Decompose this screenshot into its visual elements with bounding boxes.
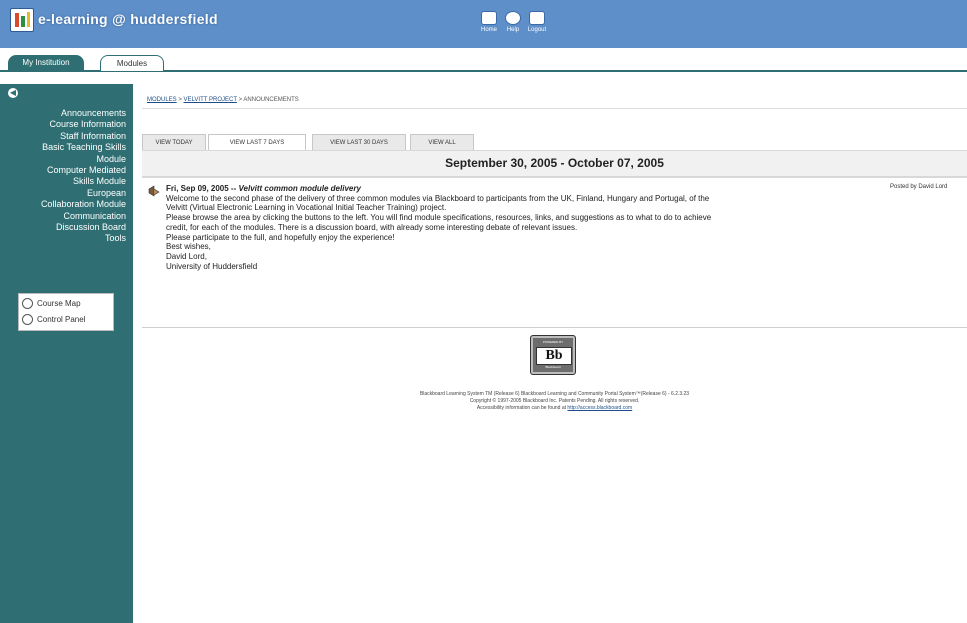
help-icon bbox=[506, 12, 520, 24]
control-panel-label: Control Panel bbox=[37, 315, 86, 324]
sidebar-item-announcements[interactable]: Announcements bbox=[0, 108, 126, 119]
home-label: Home bbox=[480, 27, 497, 33]
announcement-heading: Fri, Sep 09, 2005 -- Velvitt common modu… bbox=[166, 184, 866, 194]
course-map-link[interactable]: Course Map bbox=[22, 297, 81, 311]
sidebar-item-staff-information[interactable]: Staff Information bbox=[0, 131, 126, 142]
logout-icon bbox=[530, 12, 544, 24]
tab-view-today[interactable]: VIEW TODAY bbox=[142, 134, 206, 151]
sidebar-item-basic-teaching-skills-2[interactable]: Module bbox=[0, 154, 126, 165]
arrow-left-icon[interactable]: ◀ bbox=[8, 88, 18, 98]
announcement-line: David Lord, bbox=[166, 251, 207, 261]
course-map-icon bbox=[22, 298, 33, 310]
divider bbox=[142, 176, 967, 178]
home-button[interactable]: Home bbox=[478, 12, 500, 33]
announcement-line: Velvitt (Virtual Electronic Learning in … bbox=[166, 203, 447, 213]
tools-box: Course Map Control Panel bbox=[18, 293, 114, 331]
course-menu-list: Announcements Course Information Staff I… bbox=[0, 108, 126, 245]
sidebar-item-discussion-board[interactable]: Discussion Board bbox=[0, 222, 126, 233]
institution-logo[interactable] bbox=[10, 8, 34, 32]
control-panel-icon bbox=[22, 314, 33, 326]
footer: Blackboard Learning System TM (Release 6… bbox=[142, 391, 967, 412]
sidebar-item-european[interactable]: European bbox=[0, 188, 126, 199]
announcement-line: University of Huddersfield bbox=[166, 261, 258, 271]
announcement-line: Please browse the area by clicking the b… bbox=[166, 213, 712, 223]
logo-top-text: POWERED BY bbox=[542, 340, 564, 344]
view-tabs: VIEW TODAY VIEW LAST 7 DAYS VIEW LAST 30… bbox=[142, 134, 967, 151]
announcement-line: Welcome to the second phase of the deliv… bbox=[166, 193, 710, 203]
sidebar-item-computer-mediated-2[interactable]: Skills Module bbox=[0, 176, 126, 187]
date-range-title: September 30, 2005 - October 07, 2005 bbox=[445, 156, 664, 170]
divider bbox=[142, 327, 967, 328]
logo-mark: Bb bbox=[536, 347, 572, 365]
accessibility-link[interactable]: http://access.blackboard.com bbox=[567, 405, 632, 411]
help-label: Help bbox=[506, 27, 520, 33]
sidebar-item-basic-teaching-skills[interactable]: Basic Teaching Skills bbox=[0, 142, 126, 153]
tab-view-last-30-days[interactable]: VIEW LAST 30 DAYS bbox=[312, 134, 406, 151]
announcement-line: credit, for each of the modules. There i… bbox=[166, 222, 578, 232]
sidebar-item-course-information[interactable]: Course Information bbox=[0, 119, 126, 130]
help-button[interactable]: Help bbox=[502, 12, 524, 33]
breadcrumb: MODULES > VELVITT PROJECT > ANNOUNCEMENT… bbox=[147, 97, 299, 103]
top-nav: Home Help Logout bbox=[478, 12, 568, 42]
posted-by: Posted by David Lord bbox=[890, 184, 948, 190]
announcement-date: Fri, Sep 09, 2005 -- bbox=[166, 184, 237, 193]
tab-view-last-7-days[interactable]: VIEW LAST 7 DAYS bbox=[208, 134, 306, 151]
breadcrumb-modules[interactable]: MODULES bbox=[147, 97, 177, 103]
announcement-subject: Velvitt common module delivery bbox=[238, 184, 361, 193]
divider bbox=[142, 108, 967, 109]
tab-bar: My Institution Modules bbox=[0, 48, 967, 72]
tab-view-all[interactable]: VIEW ALL bbox=[410, 134, 474, 151]
footer-line-1: Blackboard Learning System TM (Release 6… bbox=[419, 391, 690, 397]
control-panel-link[interactable]: Control Panel bbox=[22, 313, 85, 327]
breadcrumb-velvitt-project[interactable]: VELVITT PROJECT bbox=[184, 97, 237, 103]
footer-accessibility-text: Accessibility information can be found a… bbox=[476, 405, 567, 411]
course-map-label: Course Map bbox=[37, 299, 81, 308]
top-banner: e-learning @ huddersfield Home Help Logo… bbox=[0, 0, 967, 48]
logout-label: Logout bbox=[527, 27, 547, 33]
announcement-icon bbox=[148, 185, 160, 197]
date-range-bar: September 30, 2005 - October 07, 2005 bbox=[142, 150, 967, 177]
breadcrumb-sep: > bbox=[238, 97, 243, 103]
sidebar-item-european-2[interactable]: Collaboration Module bbox=[0, 199, 126, 210]
breadcrumb-sep: > bbox=[178, 97, 182, 103]
blackboard-logo[interactable]: POWERED BY Bb Blackboard bbox=[530, 335, 576, 375]
site-title: e-learning @ huddersfield bbox=[38, 11, 218, 27]
main-content: MODULES > VELVITT PROJECT > ANNOUNCEMENT… bbox=[142, 84, 967, 623]
course-menu: ◀ Announcements Course Information Staff… bbox=[0, 84, 133, 623]
breadcrumb-announcements: ANNOUNCEMENTS bbox=[243, 97, 299, 103]
logout-button[interactable]: Logout bbox=[526, 12, 548, 33]
announcement-line: Best wishes, bbox=[166, 242, 211, 252]
sidebar-item-tools[interactable]: Tools bbox=[0, 233, 126, 244]
footer-line-2: Copyright © 1997-2005 Blackboard Inc. Pa… bbox=[469, 398, 640, 404]
logo-bottom-text: Blackboard bbox=[545, 365, 561, 369]
home-icon bbox=[482, 12, 496, 24]
footer-line-3: Accessibility information can be found a… bbox=[142, 405, 967, 412]
tab-my-institution[interactable]: My Institution bbox=[8, 55, 84, 70]
tab-modules[interactable]: Modules bbox=[100, 55, 164, 71]
sidebar-item-computer-mediated[interactable]: Computer Mediated bbox=[0, 165, 126, 176]
announcement-item: Fri, Sep 09, 2005 -- Velvitt common modu… bbox=[166, 184, 866, 271]
sidebar-item-communication[interactable]: Communication bbox=[0, 211, 126, 222]
announcement-line: Please participate to the full, and hope… bbox=[166, 232, 395, 242]
